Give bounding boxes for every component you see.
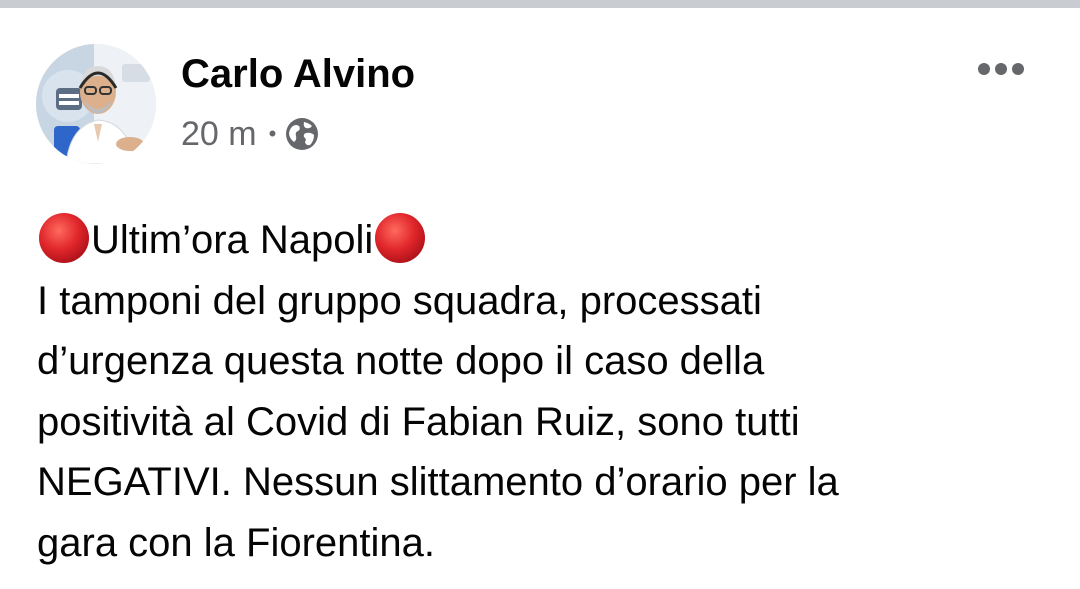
post-text-line: gara con la Fiorentina. [37, 520, 436, 565]
meta-separator: • [268, 121, 277, 146]
globe-icon[interactable] [284, 116, 320, 152]
post-body: Ultim’ora Napoli I tamponi del gruppo sq… [37, 210, 1047, 573]
facebook-post: Carlo Alvino 20 m • Ultim’ora Napoli I t… [0, 8, 1080, 589]
more-options-button[interactable] [966, 48, 1036, 90]
post-text-line: I tamponi del gruppo squadra, processati [37, 278, 762, 323]
red-circle-icon [39, 213, 89, 263]
post-text-line: positività al Covid di Fabian Ruiz, sono… [37, 399, 800, 444]
post-timestamp[interactable]: 20 m [181, 112, 257, 156]
more-horizontal-icon-dot [995, 63, 1007, 75]
profile-photo [36, 44, 156, 164]
author-name[interactable]: Carlo Alvino [181, 50, 415, 98]
feed-separator [0, 0, 1080, 8]
post-text-line: d’urgenza questa notte dopo il caso dell… [37, 339, 765, 383]
red-circle-icon [375, 213, 426, 263]
post-headline: Ultim’ora Napoli [37, 210, 1047, 271]
post-text-line: NEGATIVI. Nessun slittamento d’orario pe… [37, 460, 839, 504]
post-headline-text: Ultim’ora Napoli [91, 218, 374, 262]
more-horizontal-icon-dot [978, 63, 990, 75]
more-horizontal-icon-dot [1012, 63, 1024, 75]
avatar[interactable] [36, 44, 156, 164]
post-meta: 20 m • [181, 112, 320, 156]
